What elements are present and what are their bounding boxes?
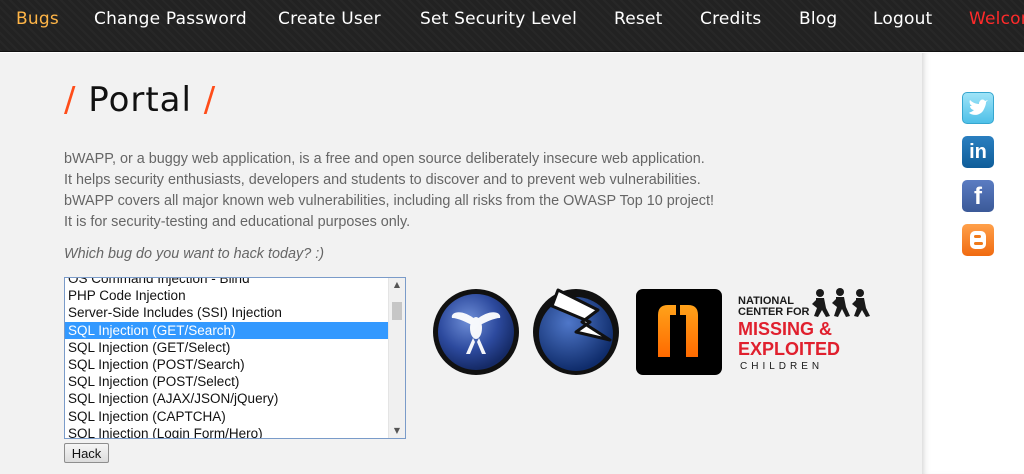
intro-line: bWAPP, or a buggy web application, is a … <box>64 151 705 167</box>
title-slash-right: / <box>203 80 217 120</box>
nav-set-security-level[interactable]: Set Security Level <box>420 9 577 29</box>
nav-welcome: Welcome <box>969 9 1024 29</box>
bug-option[interactable]: SQL Injection (Login Form/Hero) <box>65 425 389 438</box>
linkedin-icon[interactable]: in <box>962 136 994 168</box>
intro-line: bWAPP covers all major known web vulnera… <box>64 193 714 209</box>
ncmec-line4: EXPLOITED <box>738 339 841 359</box>
mme-logo[interactable] <box>636 289 722 375</box>
blogger-icon[interactable] <box>962 224 994 256</box>
list-scrollbar[interactable]: ▲ ▼ <box>388 278 405 438</box>
facebook-icon[interactable]: f <box>962 180 994 212</box>
twitter-icon[interactable] <box>962 92 994 124</box>
top-nav: Bugs Change Password Create User Set Sec… <box>0 0 1024 52</box>
hack-button[interactable]: Hack <box>64 443 109 463</box>
nav-logout[interactable]: Logout <box>873 9 932 29</box>
scroll-up-icon[interactable]: ▲ <box>389 278 405 292</box>
page-title-text: Portal <box>88 80 192 120</box>
owasp-logo[interactable] <box>432 288 520 376</box>
nav-reset[interactable]: Reset <box>614 9 663 29</box>
nav-change-password[interactable]: Change Password <box>94 9 247 29</box>
bug-question: Which bug do you want to hack today? :) <box>64 246 324 262</box>
twitter-bird-icon <box>969 99 988 115</box>
bug-option[interactable]: SQL Injection (POST/Select) <box>65 373 389 390</box>
bug-option[interactable]: OS Command Injection - Blind <box>65 278 389 287</box>
ncmec-line3: MISSING & <box>738 319 833 339</box>
blogger-b-icon <box>970 231 986 249</box>
bug-option[interactable]: Server-Side Includes (SSI) Injection <box>65 304 389 321</box>
zap-logo[interactable] <box>532 288 620 376</box>
bug-option-selected[interactable]: SQL Injection (GET/Search) <box>65 321 389 339</box>
bug-option[interactable]: SQL Injection (AJAX/JSON/jQuery) <box>65 390 389 407</box>
bug-option[interactable]: SQL Injection (POST/Search) <box>65 356 389 373</box>
intro-line: It is for security-testing and education… <box>64 214 411 230</box>
children-silhouette-icon <box>812 288 870 317</box>
nav-blog[interactable]: Blog <box>799 9 837 29</box>
page-title: / Portal / <box>64 80 216 120</box>
scroll-thumb[interactable] <box>392 302 402 320</box>
bug-option[interactable]: PHP Code Injection <box>65 287 389 304</box>
ncmec-line5: CHILDREN <box>740 361 824 372</box>
nav-bugs[interactable]: Bugs <box>16 9 59 29</box>
intro-line: It helps security enthusiasts, developer… <box>64 172 701 188</box>
nav-credits[interactable]: Credits <box>700 9 761 29</box>
ncmec-line2: CENTER FOR <box>738 306 810 318</box>
intro-text: bWAPP, or a buggy web application, is a … <box>64 149 764 233</box>
title-slash-left: / <box>64 80 77 120</box>
scroll-down-icon[interactable]: ▼ <box>389 424 405 438</box>
bug-option[interactable]: SQL Injection (CAPTCHA) <box>65 408 389 425</box>
bug-select-list[interactable]: OS Command Injection - Blind PHP Code In… <box>64 277 406 439</box>
bug-options: OS Command Injection - Blind PHP Code In… <box>65 278 389 438</box>
ncmec-logo[interactable]: NATIONAL CENTER FOR MISSING & EXPLOITED … <box>736 288 876 376</box>
bug-option[interactable]: SQL Injection (GET/Select) <box>65 339 389 356</box>
nav-create-user[interactable]: Create User <box>278 9 381 29</box>
